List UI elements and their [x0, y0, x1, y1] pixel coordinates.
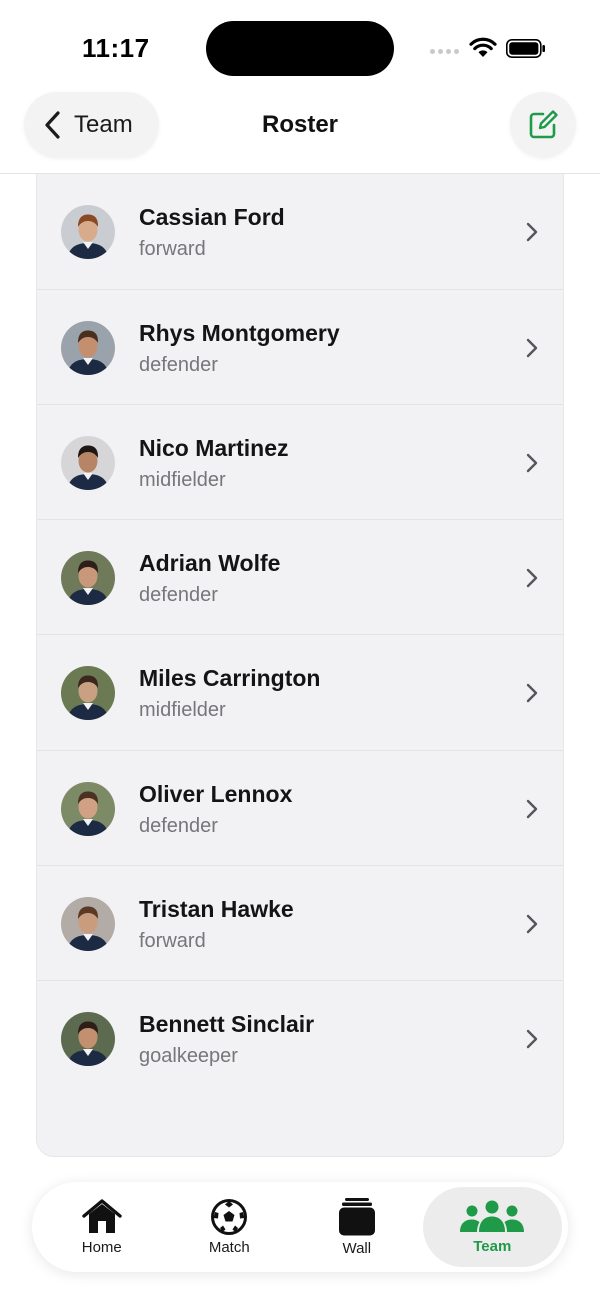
home-icon	[82, 1199, 122, 1233]
chevron-right-icon	[526, 453, 538, 473]
battery-icon	[506, 39, 545, 58]
player-position: defender	[139, 814, 218, 837]
player-avatar	[61, 205, 115, 260]
player-avatar	[61, 897, 115, 952]
tab-home[interactable]: Home	[38, 1187, 166, 1267]
player-name: Miles Carrington	[139, 665, 321, 692]
player-name: Cassian Ford	[139, 204, 285, 231]
tab-wall-label: Wall	[342, 1240, 372, 1257]
dynamic-island	[206, 21, 394, 76]
player-name: Tristan Hawke	[139, 896, 294, 923]
roster-list: midfielder Cassian Ford forward Rhys Montgo…	[36, 118, 564, 1157]
chevron-right-icon	[526, 568, 538, 588]
soccer-ball-icon	[211, 1199, 248, 1235]
player-avatar	[61, 666, 115, 721]
player-name: Oliver Lennox	[139, 780, 293, 807]
roster-row[interactable]: Rhys Montgomery defender	[37, 290, 563, 405]
player-name: Rhys Montgomery	[139, 319, 340, 346]
status-time: 11:17	[82, 33, 150, 63]
status-bar: 11:17	[0, 0, 600, 92]
roster-row[interactable]: Tristan Hawke forward	[37, 866, 563, 982]
player-name: Bennett Sinclair	[139, 1011, 315, 1038]
player-avatar	[61, 551, 115, 606]
roster-row[interactable]: Adrian Wolfe defender	[37, 520, 563, 636]
chevron-right-icon	[526, 684, 538, 703]
roster-row[interactable]: Oliver Lennox defender	[37, 751, 563, 867]
roster-row[interactable]: Miles Carrington midfielder	[37, 635, 563, 751]
edit-roster-button[interactable]	[510, 92, 576, 158]
player-position: forward	[139, 238, 206, 261]
player-position: forward	[139, 930, 206, 953]
player-avatar	[61, 320, 115, 375]
tab-team[interactable]: Team	[422, 1187, 563, 1267]
tab-bar: Home Match Wall Team	[32, 1182, 568, 1272]
chevron-right-icon	[526, 338, 538, 357]
wall-stack-icon	[338, 1198, 375, 1236]
player-position: defender	[139, 584, 218, 607]
tab-home-label: Home	[81, 1239, 122, 1256]
tab-team-label: Team	[473, 1238, 512, 1255]
tab-match[interactable]: Match	[166, 1187, 294, 1267]
player-position: midfielder	[139, 699, 226, 722]
cellular-signal-icon	[430, 45, 460, 57]
chevron-right-icon	[526, 799, 538, 818]
roster-row[interactable]: Bennett Sinclair goalkeeper	[37, 981, 563, 1096]
roster-row[interactable]: Cassian Ford forward	[37, 174, 563, 290]
tab-match-label: Match	[208, 1239, 250, 1256]
chevron-right-icon	[526, 914, 538, 934]
player-position: midfielder	[139, 468, 226, 491]
player-avatar	[61, 1012, 115, 1067]
player-name: Nico Martinez	[139, 434, 289, 461]
player-name: Adrian Wolfe	[139, 550, 281, 577]
player-position: defender	[139, 353, 218, 376]
tab-wall[interactable]: Wall	[293, 1187, 421, 1267]
player-position: goalkeeper	[139, 1045, 238, 1068]
player-avatar	[61, 781, 115, 836]
chevron-right-icon	[526, 1030, 538, 1049]
team-icon	[460, 1200, 525, 1232]
player-avatar	[61, 435, 115, 490]
roster-row[interactable]: Nico Martinez midfielder	[37, 405, 563, 521]
wifi-icon	[469, 37, 497, 57]
navigation-bar: Team Roster	[0, 92, 600, 174]
compose-icon	[529, 110, 558, 139]
chevron-right-icon	[526, 223, 538, 242]
screen: 11:17 midfielder Cassian Ford forward Rhys …	[0, 0, 600, 1304]
